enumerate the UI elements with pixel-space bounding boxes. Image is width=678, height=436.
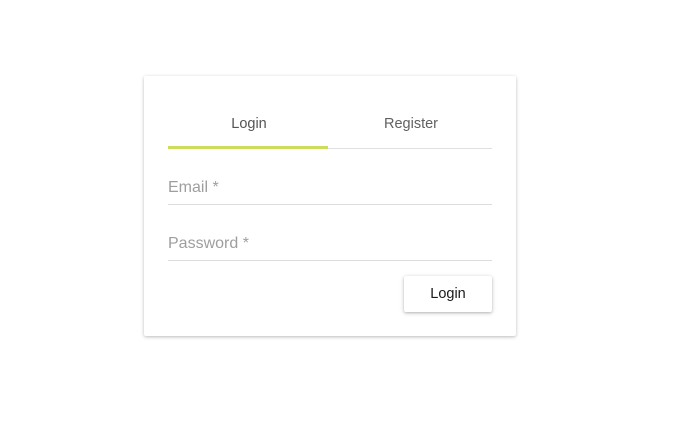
- tab-bar: Login Register: [168, 100, 492, 149]
- tab-login[interactable]: Login: [168, 100, 330, 148]
- login-card: Login Register Email * Password * Login: [144, 76, 516, 336]
- login-button[interactable]: Login: [404, 276, 492, 312]
- active-tab-indicator: [168, 146, 328, 149]
- page: Login Register Email * Password * Login: [0, 0, 678, 436]
- tab-login-label: Login: [231, 116, 267, 132]
- tab-register-label: Register: [384, 116, 438, 132]
- password-field[interactable]: [168, 230, 492, 260]
- email-field-container: Email *: [168, 174, 492, 205]
- email-field[interactable]: [168, 174, 492, 204]
- password-field-container: Password *: [168, 230, 492, 261]
- tab-register[interactable]: Register: [330, 100, 492, 148]
